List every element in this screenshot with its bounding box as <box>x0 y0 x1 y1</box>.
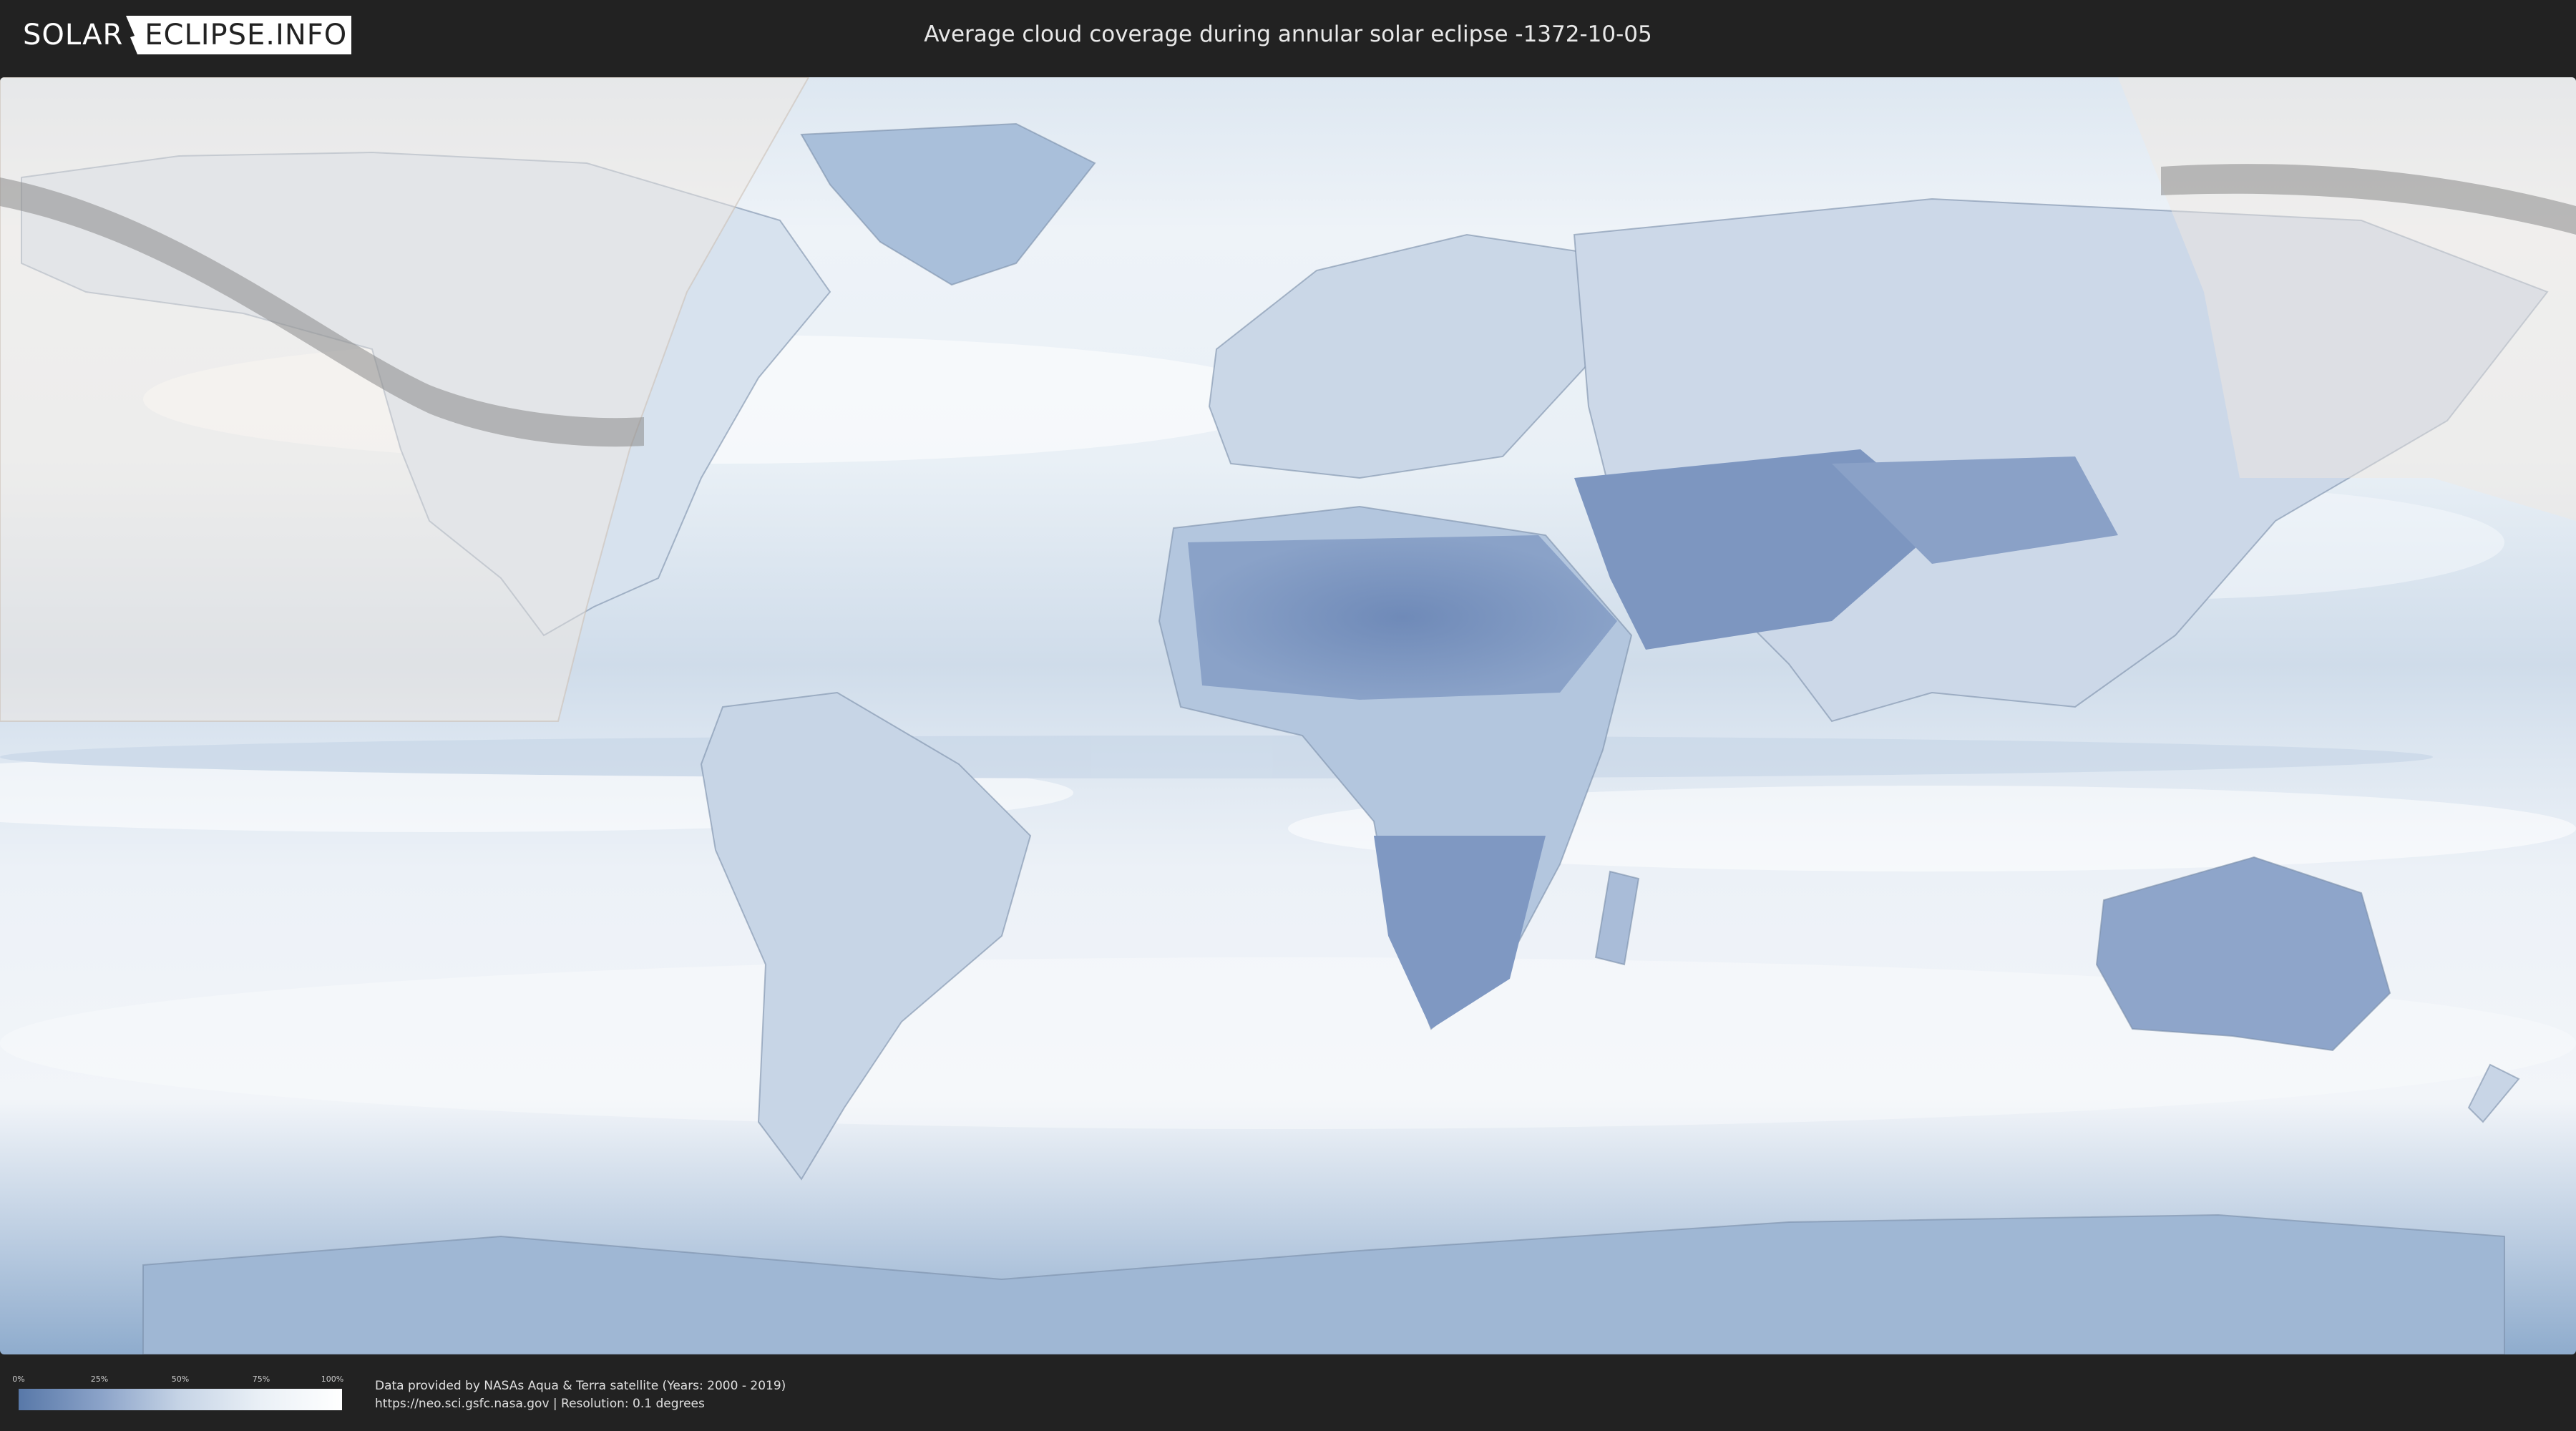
legend-gradient-bar <box>19 1389 342 1410</box>
world-map-svg <box>0 77 2576 1354</box>
header: SOLAR ECLIPSE.INFO Average cloud coverag… <box>0 0 2576 72</box>
legend-tick-75: 75% <box>252 1374 270 1384</box>
legend-tick-0: 0% <box>12 1374 25 1384</box>
legend-tick-25: 25% <box>90 1374 109 1384</box>
legend-tick-50: 50% <box>171 1374 190 1384</box>
credits-line-url: https://neo.sci.gsfc.nasa.gov | Resoluti… <box>375 1397 705 1411</box>
legend-tick-100: 100% <box>321 1374 344 1384</box>
cloud-coverage-map <box>0 77 2576 1354</box>
sahara-desert-region <box>1188 535 1617 700</box>
legend-ticks: 0% 25% 50% 75% 100% <box>12 1374 344 1387</box>
cloud-coverage-legend: 0% 25% 50% 75% 100% <box>12 1374 344 1410</box>
page-title: Average cloud coverage during annular so… <box>924 21 1652 47</box>
credits-line-source: Data provided by NASAs Aqua & Terra sate… <box>375 1379 786 1393</box>
footer: 0% 25% 50% 75% 100% Data provided by NAS… <box>0 1354 2576 1431</box>
data-credits: Data provided by NASAs Aqua & Terra sate… <box>375 1377 786 1413</box>
